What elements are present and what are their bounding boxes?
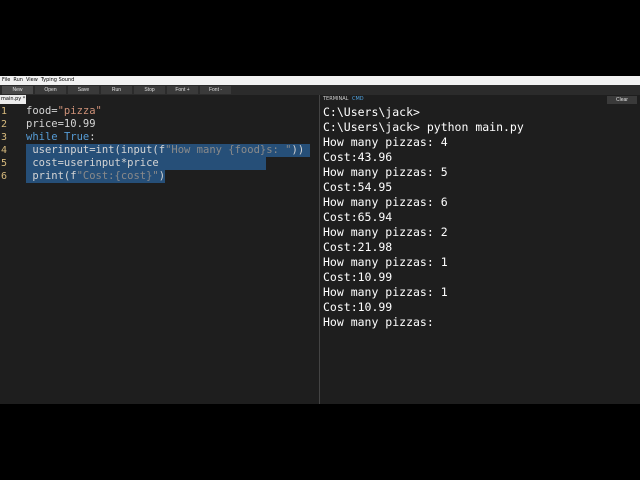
open-button[interactable]: Open	[35, 86, 66, 94]
code-line-selected: 5 cost=userinput*price	[1, 157, 267, 170]
menu-view[interactable]: View	[26, 76, 38, 85]
menu-bar: File Run View Typing Sound	[0, 76, 640, 85]
save-button[interactable]: Save	[68, 86, 99, 94]
terminal-line: How many pizzas: 2	[323, 225, 448, 239]
line-number: 6	[1, 171, 8, 182]
terminal-line: C:\Users\jack>	[323, 105, 420, 119]
terminal-header: TERMINAL CMD Clear	[320, 95, 640, 104]
stop-button[interactable]: Stop	[134, 86, 165, 94]
terminal-output[interactable]: C:\Users\jack> C:\Users\jack> python mai…	[323, 105, 524, 330]
terminal-prompt-line: How many pizzas:	[323, 315, 434, 329]
run-button[interactable]: Run	[101, 86, 132, 94]
code-line: 3 while True:	[1, 131, 96, 143]
code-area[interactable]: 1 food="pizza" 2 price=10.99 3 while True: …	[0, 105, 319, 183]
terminal-line: Cost:43.96	[323, 150, 393, 164]
terminal-mode-cmd[interactable]: CMD	[352, 95, 364, 104]
code-line: 1 food="pizza"	[1, 105, 102, 117]
line-number: 3	[1, 132, 8, 143]
terminal-panel[interactable]: TERMINAL CMD Clear C:\Users\jack> C:\Use…	[320, 95, 640, 404]
terminal-line: Cost:10.99	[323, 270, 393, 284]
code-line-selected: 4 userinput=int(input(f"How many {food}s…	[1, 144, 311, 157]
code-line: 2 price=10.99	[1, 118, 96, 130]
menu-file[interactable]: File	[2, 76, 10, 85]
code-editor[interactable]: main.py * 1 food="pizza" 2 price=10.99 3 wh…	[0, 95, 319, 404]
app-window: File Run View Typing Sound New Open Save…	[0, 76, 640, 404]
line-number: 4	[1, 145, 8, 156]
font-decrease-button[interactable]: Font -	[200, 86, 231, 94]
terminal-line: C:\Users\jack> python main.py	[323, 120, 524, 134]
file-tab[interactable]: main.py *	[0, 95, 26, 104]
clear-button[interactable]: Clear	[607, 96, 637, 104]
terminal-title: TERMINAL	[323, 96, 349, 102]
toolbar: New Open Save Run Stop Font + Font -	[0, 85, 640, 95]
terminal-line: How many pizzas: 4	[323, 135, 448, 149]
terminal-line: Cost:10.99	[323, 300, 393, 314]
code-line-selected: 6 print(f"Cost:{cost}")	[1, 170, 166, 183]
terminal-line: Cost:65.94	[323, 210, 393, 224]
line-number: 5	[1, 158, 8, 169]
terminal-line: How many pizzas: 1	[323, 285, 448, 299]
terminal-line: Cost:54.95	[323, 180, 393, 194]
line-number: 1	[1, 106, 8, 117]
terminal-line: How many pizzas: 5	[323, 165, 448, 179]
menu-typing-sound[interactable]: Typing Sound	[41, 76, 74, 85]
terminal-line: How many pizzas: 6	[323, 195, 448, 209]
font-increase-button[interactable]: Font +	[167, 86, 198, 94]
terminal-line: How many pizzas: 1	[323, 255, 448, 269]
new-button[interactable]: New	[2, 86, 33, 94]
terminal-line: Cost:21.98	[323, 240, 393, 254]
menu-run[interactable]: Run	[13, 76, 23, 85]
line-number: 2	[1, 119, 8, 130]
